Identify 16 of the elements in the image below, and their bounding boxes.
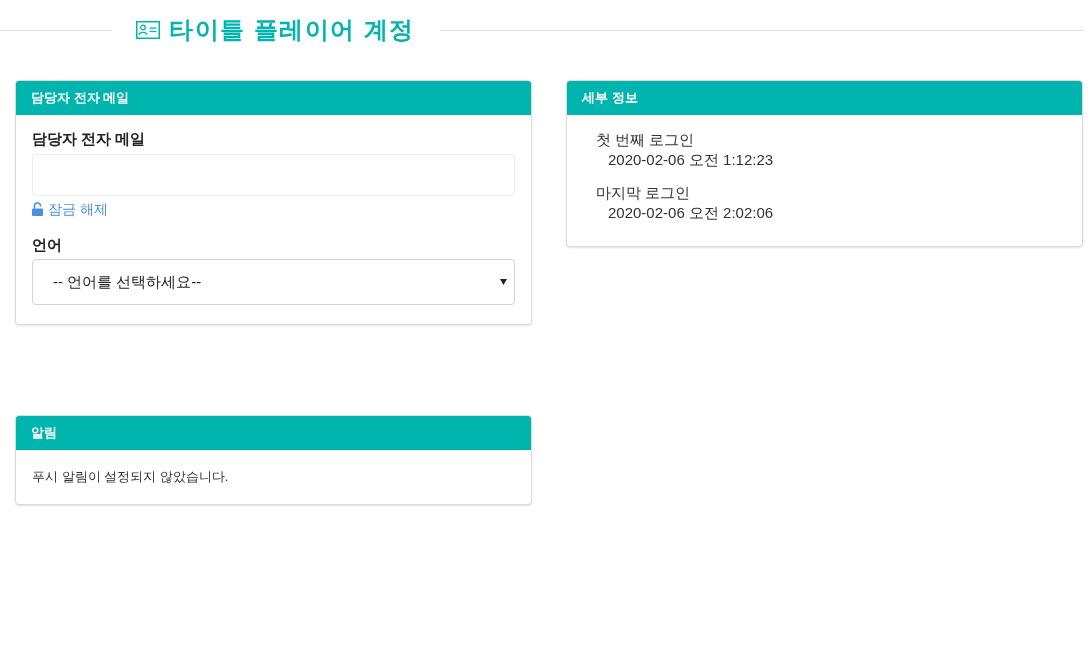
card-title: 알림 — [31, 424, 57, 443]
detail-value: 2020-02-06 오전 2:02:06 — [607, 203, 774, 223]
notification-message: 푸시 알림이 설정되지 않았습니다. — [32, 468, 230, 486]
page-title: 타이틀 플레이어 계정 — [169, 15, 415, 45]
detail-label: 마지막 로그인 — [596, 183, 691, 203]
detail-value: 2020-02-06 오전 1:12:23 — [607, 150, 774, 170]
unlocked-padlock-icon — [32, 202, 43, 216]
language-select[interactable]: -- 언어를 선택하세요-- — [32, 259, 515, 305]
card-title: 세부 정보 — [582, 89, 638, 108]
caret-down-icon — [500, 279, 507, 285]
field-label: 담당자 전자 메일 — [32, 129, 147, 149]
id-card-icon — [136, 21, 160, 39]
unlock-link[interactable]: 잠금 해제 — [32, 200, 108, 218]
card-title: 담당자 전자 메일 — [31, 89, 130, 108]
field-label: 언어 — [32, 235, 63, 255]
detail-label: 첫 번째 로그인 — [596, 130, 695, 150]
